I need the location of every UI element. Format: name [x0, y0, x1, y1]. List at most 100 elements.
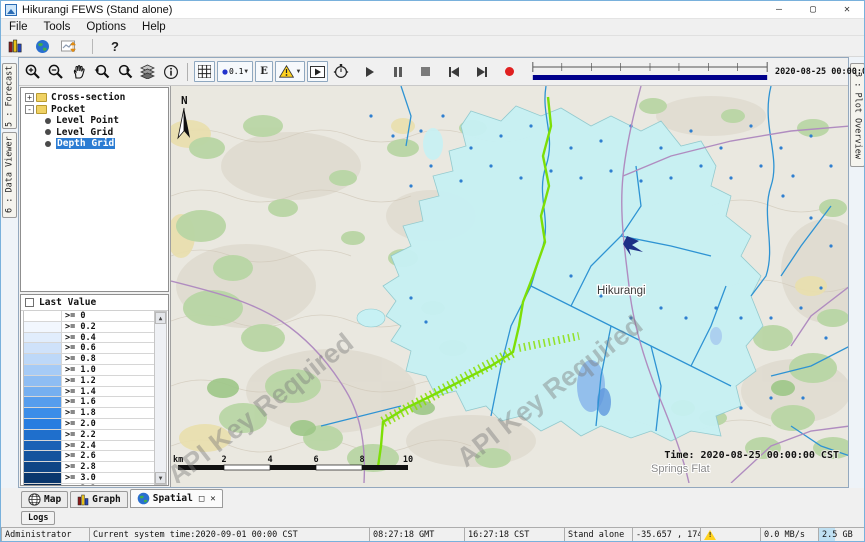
legend-row[interactable]: >= 1.2	[24, 376, 154, 387]
svg-text:8: 8	[359, 455, 364, 465]
legend-color-swatch	[24, 484, 62, 486]
legend-row[interactable]: >= 0	[24, 311, 154, 322]
grid-toggle-icon[interactable]	[194, 61, 215, 82]
tab-plot-overview[interactable]: 3 : Plot Overview	[850, 63, 865, 167]
database-bars-icon[interactable]	[5, 36, 26, 57]
contour-dot-icon	[222, 69, 228, 75]
legend-row[interactable]: >= 3.0	[24, 473, 154, 484]
timeline-current-time: 2020-08-25 00:00:00 CST	[772, 67, 865, 77]
animation-button[interactable]	[307, 61, 328, 82]
tree-item-depth-grid[interactable]: Depth Grid	[21, 138, 168, 150]
spatial-display-panel: 0.1 ▼ E ▼	[18, 57, 849, 488]
zoom-previous-icon[interactable]	[91, 61, 112, 82]
pause-button[interactable]	[387, 61, 408, 82]
pan-hand-icon[interactable]	[68, 61, 89, 82]
contour-interval-select[interactable]: 0.1 ▼	[217, 61, 253, 82]
legend-color-swatch	[24, 408, 62, 418]
legend-row[interactable]: >= 2.0	[24, 419, 154, 430]
app-window: Hikurangi FEWS (Stand alone) — ▢ ✕ File …	[0, 0, 865, 542]
legend-row[interactable]: >= 1.8	[24, 408, 154, 419]
info-icon[interactable]	[160, 61, 181, 82]
timer-icon[interactable]	[330, 61, 351, 82]
title-bar[interactable]: Hikurangi FEWS (Stand alone) — ▢ ✕	[1, 1, 864, 19]
profile-button[interactable]: E	[255, 61, 273, 82]
legend-color-swatch	[24, 311, 62, 321]
menu-help[interactable]: Help	[134, 21, 174, 33]
collapse-icon[interactable]: -	[25, 105, 34, 114]
tree-item-level-grid[interactable]: Level Grid	[21, 127, 168, 139]
legend-row[interactable]: >= 2.4	[24, 441, 154, 452]
tab-graph[interactable]: Graph	[70, 491, 128, 508]
play-button[interactable]	[359, 61, 380, 82]
map-toolbar: 0.1 ▼ E ▼	[19, 58, 848, 86]
help-icon[interactable]: ?	[105, 39, 125, 54]
legend-color-swatch	[24, 397, 62, 407]
menu-options[interactable]: Options	[78, 21, 134, 33]
status-memory-gauge[interactable]: 2.5 GB	[818, 527, 865, 542]
legend-scrollbar[interactable]: ▲ ▼	[154, 311, 167, 485]
menu-tools[interactable]: Tools	[36, 21, 79, 33]
legend-row[interactable]: >= 1.6	[24, 397, 154, 408]
globe-map-icon[interactable]	[32, 36, 53, 57]
legend-row[interactable]: >= 0.4	[24, 333, 154, 344]
zoom-in-icon[interactable]	[22, 61, 43, 82]
tab-map[interactable]: Map	[21, 491, 68, 508]
warning-icon	[279, 65, 294, 78]
close-button[interactable]: ✕	[830, 1, 864, 18]
folder-icon	[36, 93, 47, 102]
status-mode: Stand alone	[564, 527, 632, 542]
legend-row[interactable]: >= 1.4	[24, 387, 154, 398]
legend-row[interactable]: >= 2.2	[24, 430, 154, 441]
legend-color-swatch	[24, 343, 62, 353]
time-slider[interactable]	[530, 60, 770, 84]
map-canvas[interactable]: ​	[170, 86, 848, 487]
tree-item-pocket[interactable]: - Pocket	[21, 104, 168, 116]
window-title: Hikurangi FEWS (Stand alone)	[22, 4, 172, 16]
expand-icon[interactable]: +	[25, 93, 34, 102]
contour-interval-value: 0.1	[229, 67, 243, 76]
last-value-checkbox[interactable]	[25, 298, 34, 307]
layer-tree: + Cross-section - Pocket Level Point	[20, 87, 169, 292]
minimize-button[interactable]: —	[762, 1, 796, 18]
menu-file[interactable]: File	[1, 21, 36, 33]
tab-spatial[interactable]: Spatial □ ✕	[130, 489, 223, 508]
stop-button[interactable]	[415, 61, 436, 82]
skip-to-end-button[interactable]	[471, 61, 492, 82]
app-icon	[5, 4, 17, 16]
maximize-button[interactable]: ▢	[796, 1, 830, 18]
main-toolbar: ?	[1, 36, 864, 57]
legend-row[interactable]: >= 2.6	[24, 451, 154, 462]
legend-row[interactable]: >= 0.6	[24, 343, 154, 354]
legend-color-swatch	[24, 376, 62, 386]
scroll-down-icon[interactable]: ▼	[155, 472, 166, 484]
legend-row[interactable]: >= 0.2	[24, 322, 154, 333]
chart-scale-icon[interactable]	[59, 36, 80, 57]
legend-row[interactable]: >= 0.8	[24, 354, 154, 365]
legend-row[interactable]: >= 3.2	[24, 484, 154, 486]
svg-text:4: 4	[267, 455, 272, 465]
layers-icon[interactable]	[137, 61, 158, 82]
legend-color-swatch	[24, 365, 62, 375]
tab-restore-icon[interactable]: □	[199, 494, 204, 504]
legend-color-swatch	[24, 333, 62, 343]
tab-data-viewer[interactable]: 6 : Data Viewer	[2, 132, 17, 218]
legend-row[interactable]: >= 1.0	[24, 365, 154, 376]
logs-button[interactable]: Logs	[21, 511, 55, 525]
zoom-out-icon[interactable]	[45, 61, 66, 82]
legend-row[interactable]: >= 2.8	[24, 462, 154, 473]
tab-close-icon[interactable]: ✕	[210, 494, 215, 504]
zoom-next-icon[interactable]	[114, 61, 135, 82]
last-value-label: Last Value	[39, 297, 96, 308]
tree-item-cross-section[interactable]: + Cross-section	[21, 92, 168, 104]
thresholds-dropdown[interactable]: ▼	[275, 61, 305, 82]
main-region: 5 : Forecast 6 : Data Viewer 3 : Plot Ov…	[1, 57, 865, 488]
scroll-up-icon[interactable]: ▲	[155, 312, 166, 324]
tree-item-level-point[interactable]: Level Point	[21, 115, 168, 127]
menu-bar: File Tools Options Help	[1, 19, 864, 36]
tab-forecast[interactable]: 5 : Forecast	[2, 63, 17, 129]
record-button[interactable]	[499, 61, 520, 82]
status-warning-cell[interactable]	[700, 527, 760, 542]
node-bullet-icon	[45, 118, 51, 124]
skip-to-start-button[interactable]	[443, 61, 464, 82]
status-coordinates: -35.657 , 174.199	[632, 527, 700, 542]
